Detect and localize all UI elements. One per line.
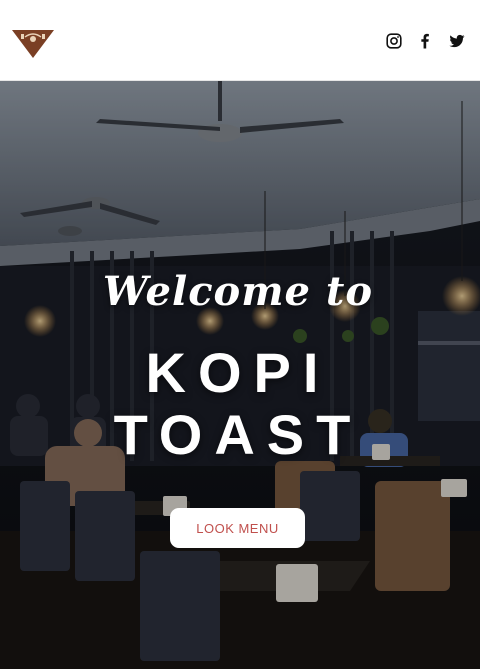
twitter-link[interactable] <box>449 33 465 49</box>
instagram-link[interactable] <box>386 33 402 49</box>
look-menu-button[interactable]: LOOK MENU <box>170 508 305 548</box>
brand-title-line-1: KOPI <box>145 341 331 404</box>
facebook-icon <box>421 33 429 49</box>
facebook-link[interactable] <box>417 33 433 49</box>
logo[interactable] <box>12 29 54 59</box>
instagram-icon <box>386 33 402 49</box>
twitter-icon <box>449 34 465 48</box>
kopi-toast-logo-icon <box>12 30 54 58</box>
navbar <box>0 0 480 81</box>
brand-title-line-2: TOAST <box>113 403 363 466</box>
hero-section: Welcome to KOPI TOAST LOOK MENU <box>0 81 480 669</box>
welcome-heading: Welcome to <box>102 268 374 315</box>
